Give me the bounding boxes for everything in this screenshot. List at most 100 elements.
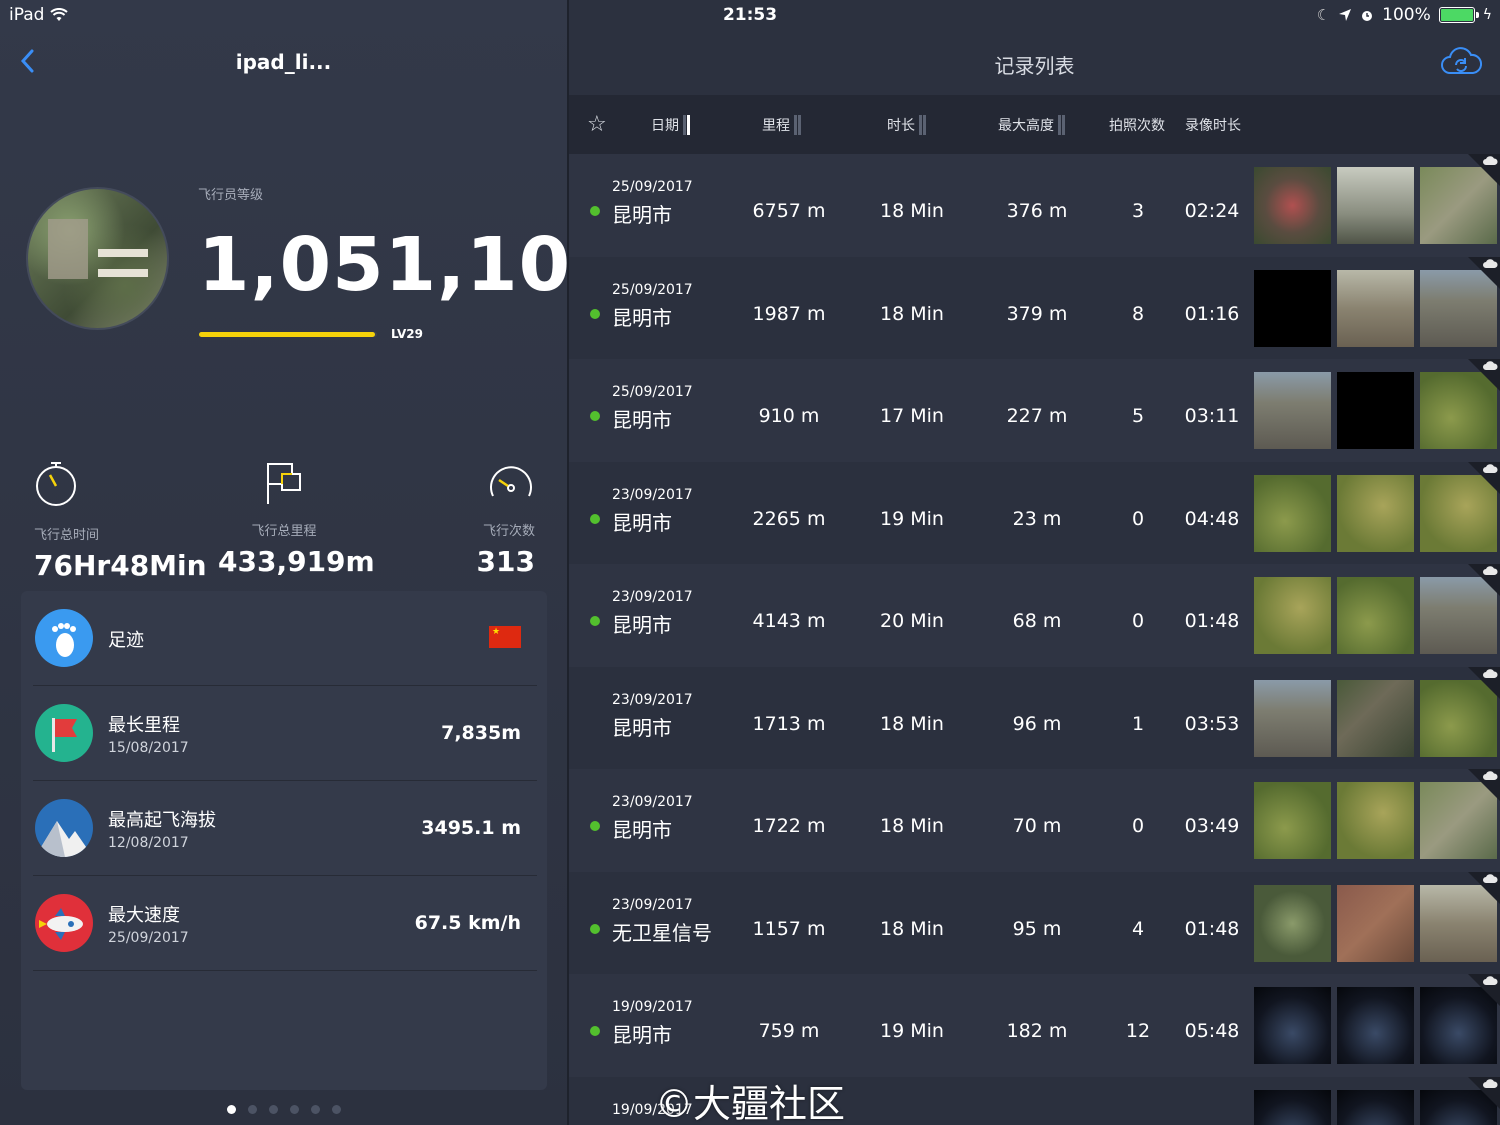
row-altitude: 70 m — [1012, 815, 1062, 837]
favorite-filter-star-icon[interactable]: ☆ — [587, 112, 607, 137]
row-video: 01:48 — [1184, 917, 1240, 940]
row-date: 25/09/2017 — [612, 384, 693, 400]
rocket-icon — [35, 894, 93, 952]
cloud-icon — [1483, 873, 1498, 883]
row-thumbnail[interactable] — [1254, 167, 1331, 244]
table-row[interactable]: 23/09/2017 昆明市 2265 m 19 Min 23 m 0 04:48 — [569, 461, 1500, 565]
device-name: iPad — [9, 5, 45, 25]
page-dot[interactable] — [226, 1105, 236, 1114]
record-longest-distance[interactable]: 最长里程 15/08/2017 7,835m — [33, 686, 537, 781]
row-location: 昆明市 — [612, 715, 672, 740]
table-row[interactable]: 23/09/2017 昆明市 1713 m 18 Min 96 m 1 03:53 — [569, 666, 1500, 770]
row-thumbnail[interactable] — [1337, 372, 1414, 449]
row-date: 25/09/2017 — [612, 179, 693, 195]
table-row[interactable]: 23/09/2017 昆明市 4143 m 20 Min 68 m 0 01:48 — [569, 564, 1500, 667]
cloud-icon — [1483, 668, 1498, 678]
row-thumbnail[interactable] — [1254, 1089, 1331, 1125]
row-thumbnail[interactable] — [1254, 474, 1331, 552]
row-video: 02:24 — [1184, 200, 1240, 222]
row-distance: 1713 m — [752, 712, 826, 735]
record-longest-value: 7,835m — [441, 722, 521, 744]
page-dot[interactable] — [268, 1105, 278, 1114]
status-bar: iPad 21:53 ☾ 100% ϟ — [0, 0, 1500, 30]
alarm-icon — [1362, 11, 1373, 21]
row-duration: 18 Min — [880, 302, 944, 325]
header-date-label: 日期 — [651, 118, 679, 134]
row-location: 昆明市 — [612, 818, 672, 842]
record-speed-date: 25/09/2017 — [108, 930, 189, 946]
record-longest-label: 最长里程 — [108, 715, 180, 736]
row-location: 无卫星信号 — [612, 920, 712, 945]
row-thumbnail[interactable] — [1337, 577, 1414, 654]
record-max-speed[interactable]: 最大速度 25/09/2017 67.5 km/h — [33, 876, 537, 971]
row-location: 昆明市 — [612, 305, 672, 330]
table-row[interactable]: 23/09/2017 无卫星信号 1157 m 18 Min 95 m 4 01:48 — [569, 871, 1500, 975]
row-altitude: 182 m — [1006, 1020, 1068, 1042]
sort-by-max-altitude[interactable]: 最大高度 — [998, 115, 1065, 135]
row-thumbnail[interactable] — [1337, 1089, 1414, 1125]
gps-status-dot — [590, 923, 600, 934]
header-altitude-label: 最大高度 — [998, 118, 1054, 134]
profile-panel: ipad_li... 飞行员等级 1,051,106 LV29 飞行总时间 76… — [0, 0, 623, 1125]
row-video: 04:48 — [1184, 507, 1240, 530]
row-thumbnail[interactable] — [1337, 987, 1414, 1064]
row-thumbnail[interactable] — [1337, 884, 1414, 962]
cloud-icon — [1483, 463, 1498, 473]
footprint-row[interactable]: 足迹 ★ — [33, 591, 537, 686]
sort-by-duration[interactable]: 时长 — [887, 115, 926, 135]
red-flag-icon — [35, 704, 93, 762]
table-header: ☆ 日期 里程 时长 最大高度 拍照次数 录像时长 — [569, 95, 1500, 154]
cloud-icon — [1483, 771, 1498, 780]
table-row[interactable]: 23/09/2017 昆明市 1722 m 18 Min 70 m 0 03:49 — [569, 769, 1500, 872]
row-thumbnail[interactable] — [1337, 679, 1414, 757]
row-thumbnail[interactable] — [1254, 269, 1331, 347]
sort-by-date[interactable]: 日期 — [651, 115, 690, 135]
row-thumbnail[interactable] — [1254, 884, 1331, 962]
cloud-icon — [1483, 1078, 1498, 1088]
pilot-rank-label: 飞行员等级 — [198, 188, 264, 203]
row-video: 05:48 — [1184, 1020, 1240, 1042]
row-photos: 8 — [1131, 302, 1145, 325]
cloud-sync-icon[interactable] — [1440, 46, 1482, 78]
row-thumbnail[interactable] — [1254, 577, 1331, 654]
row-thumbnail[interactable] — [1337, 167, 1414, 244]
row-thumbnail[interactable] — [1254, 679, 1331, 757]
row-thumbnail[interactable] — [1254, 372, 1331, 449]
avatar[interactable] — [26, 187, 169, 330]
page-dot[interactable] — [331, 1105, 341, 1114]
stat-flight-count-label: 飞行次数 — [482, 524, 535, 539]
cloud-icon — [1483, 258, 1498, 268]
page-dot[interactable] — [247, 1105, 257, 1114]
row-date: 23/09/2017 — [612, 589, 693, 605]
row-video: 03:53 — [1184, 712, 1240, 735]
row-video: 03:11 — [1184, 405, 1240, 427]
sort-by-distance[interactable]: 里程 — [762, 115, 801, 135]
table-row[interactable]: 19/09/2017 昆明市 759 m 19 Min 182 m 12 05:48 — [569, 974, 1500, 1077]
page-indicator[interactable] — [0, 1099, 567, 1118]
row-thumbnail[interactable] — [1337, 782, 1414, 859]
table-row[interactable]: 25/09/2017 昆明市 910 m 17 Min 227 m 5 03:11 — [569, 359, 1500, 462]
row-thumbnail[interactable] — [1254, 782, 1331, 859]
stat-flight-count-value: 313 — [476, 545, 535, 578]
table-row[interactable]: 25/09/2017 昆明市 6757 m 18 Min 376 m 3 02:24 — [569, 154, 1500, 257]
record-highest-altitude[interactable]: 最高起飞海拔 12/08/2017 3495.1 m — [33, 781, 537, 876]
row-location: 昆明市 — [612, 408, 672, 432]
status-right: ☾ 100% ϟ — [1317, 5, 1492, 25]
speedometer-icon — [490, 466, 532, 497]
row-photos: 0 — [1131, 610, 1145, 632]
row-duration: 18 Min — [880, 917, 944, 940]
record-speed-label: 最大速度 — [108, 905, 180, 926]
row-thumbnail[interactable] — [1337, 474, 1414, 552]
row-altitude: 379 m — [1006, 302, 1068, 325]
stat-total-distance-label: 飞行总里程 — [251, 524, 317, 539]
row-distance: 1157 m — [752, 917, 826, 940]
page-dot[interactable] — [289, 1105, 299, 1114]
page-dot[interactable] — [310, 1105, 320, 1114]
row-thumbnail[interactable] — [1254, 987, 1331, 1064]
header-duration-label: 时长 — [887, 118, 915, 134]
row-thumbnail[interactable] — [1337, 269, 1414, 347]
footprint-icon — [35, 609, 93, 667]
clock: 21:53 — [722, 5, 778, 25]
status-left: iPad — [9, 5, 69, 25]
table-row[interactable]: 25/09/2017 昆明市 1987 m 18 Min 379 m 8 01:16 — [569, 256, 1500, 360]
